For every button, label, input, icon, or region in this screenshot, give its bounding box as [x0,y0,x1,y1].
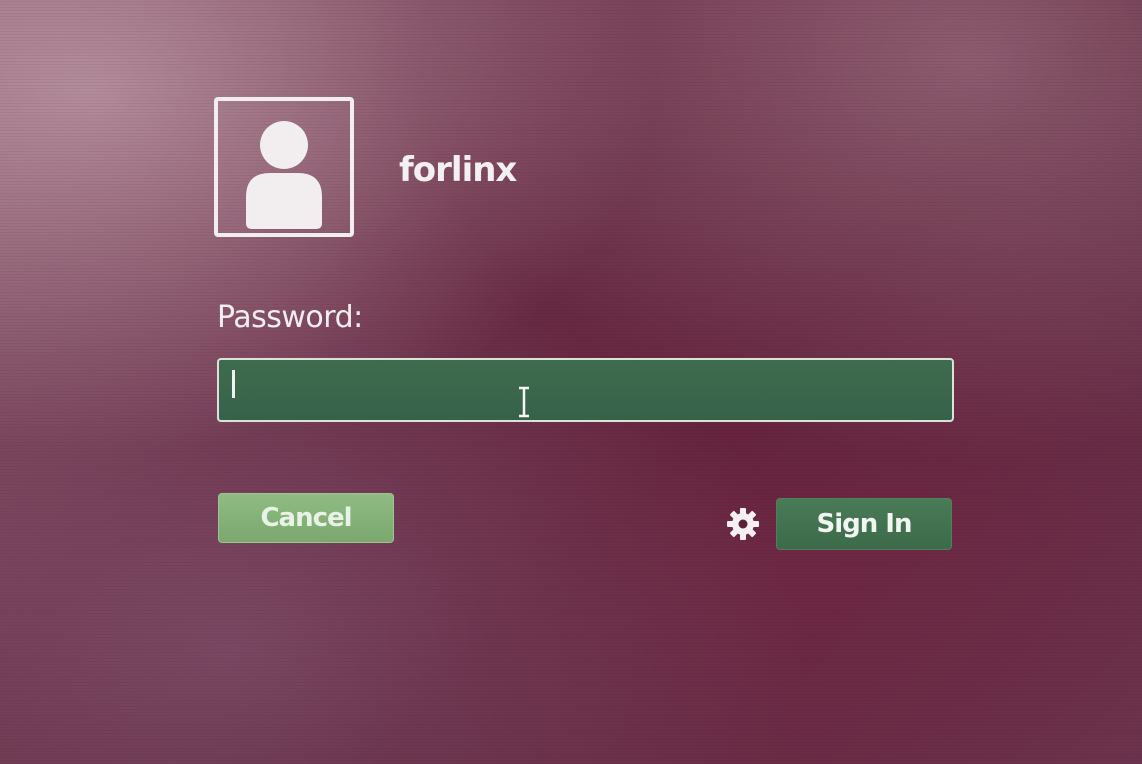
password-input[interactable] [217,358,954,422]
cancel-button[interactable]: Cancel [218,493,394,543]
password-label: Password: [217,300,363,335]
gear-icon[interactable] [726,507,760,541]
text-caret [232,370,235,398]
username-label: forlinx [399,150,517,190]
ibeam-cursor-icon [519,386,529,418]
sign-in-button[interactable]: Sign In [776,498,952,550]
login-screen: forlinx Password: Cancel Sign In [0,0,1142,764]
user-avatar [214,97,354,237]
user-silhouette-icon [246,121,322,229]
